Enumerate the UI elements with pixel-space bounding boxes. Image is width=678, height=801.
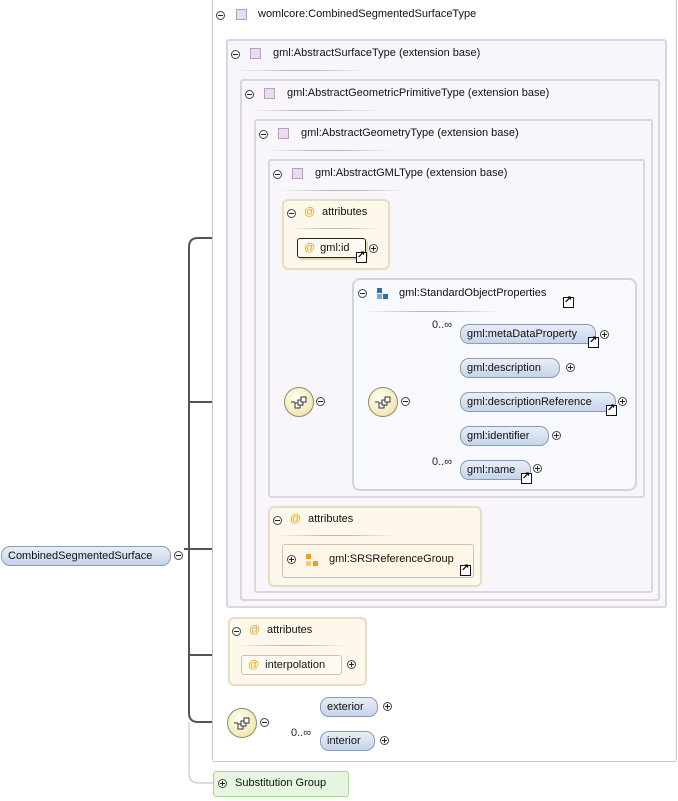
attribute-icon: @ — [290, 513, 302, 525]
reference-icon[interactable] — [563, 295, 574, 308]
expand-toggle[interactable] — [566, 363, 575, 372]
reference-icon[interactable] — [606, 403, 617, 416]
element-label: gml:name — [467, 464, 516, 476]
attributes-collapse-toggle[interactable] — [287, 209, 296, 218]
sequence-icon — [291, 396, 307, 409]
attribute-icon: @ — [304, 242, 316, 254]
element-interior[interactable]: interior — [320, 731, 375, 751]
expand-toggle[interactable] — [380, 736, 389, 745]
group-icon — [377, 288, 388, 299]
expand-toggle[interactable] — [600, 330, 609, 339]
attribute-icon: @ — [249, 624, 261, 636]
attribute-group-icon — [306, 554, 318, 566]
cardinality-label: 0..∞ — [291, 727, 312, 739]
outer-type-label: womlcore:CombinedSegmentedSurfaceType — [258, 8, 477, 20]
reference-icon[interactable] — [521, 471, 532, 484]
attributes-title: attributes — [322, 206, 368, 218]
attribute-group-label: gml:SRSReferenceGroup — [329, 553, 454, 565]
element-label: gml:metaDataProperty — [467, 328, 578, 340]
expand-toggle[interactable] — [552, 431, 561, 440]
attribute-icon: @ — [248, 659, 260, 671]
expand-toggle[interactable] — [618, 397, 627, 406]
sequence-compositor-icon[interactable] — [368, 387, 398, 417]
expand-toggle[interactable] — [347, 660, 356, 669]
element-identifier[interactable]: gml:identifier — [460, 426, 549, 446]
extension-label: gml:AbstractGeometryType (extension base… — [301, 127, 519, 139]
group-label: gml:StandardObjectProperties — [399, 287, 547, 299]
element-label: gml:identifier — [467, 430, 530, 442]
attributes-collapse-toggle[interactable] — [273, 516, 282, 525]
attributes-title: attributes — [308, 513, 354, 525]
complex-type-icon — [278, 128, 289, 139]
reference-icon[interactable] — [588, 335, 599, 348]
element-label: exterior — [327, 701, 364, 713]
divider — [236, 70, 366, 71]
divider — [264, 150, 394, 151]
extension-collapse-toggle[interactable] — [245, 90, 254, 99]
reference-icon[interactable] — [460, 563, 471, 576]
extension-label: gml:AbstractGeometricPrimitiveType (exte… — [287, 87, 550, 99]
extension-collapse-toggle[interactable] — [273, 170, 282, 179]
attributes-collapse-toggle[interactable] — [232, 627, 241, 636]
cardinality-label: 0..∞ — [432, 456, 453, 468]
substitution-group-expand-toggle[interactable] — [218, 779, 227, 788]
element-label: gml:descriptionReference — [467, 396, 592, 408]
complex-type-icon — [264, 88, 275, 99]
divider — [278, 190, 408, 191]
attribute-icon: @ — [304, 206, 316, 218]
compositor-collapse-toggle[interactable] — [401, 397, 410, 406]
attribute-label: gml:id — [320, 242, 350, 254]
expand-toggle[interactable] — [383, 702, 392, 711]
expand-toggle[interactable] — [287, 555, 296, 564]
sequence-icon — [234, 717, 250, 730]
divider — [276, 535, 396, 536]
outer-type-collapse-toggle[interactable] — [216, 11, 225, 20]
cardinality-label: 0..∞ — [432, 319, 453, 331]
extension-collapse-toggle[interactable] — [259, 130, 268, 139]
sequence-compositor-icon[interactable] — [227, 708, 257, 738]
complex-type-icon — [250, 48, 261, 59]
element-description[interactable]: gml:description — [460, 358, 560, 378]
sequence-compositor-icon[interactable] — [284, 387, 314, 417]
group-collapse-toggle[interactable] — [358, 289, 367, 298]
expand-toggle[interactable] — [533, 464, 542, 473]
attribute-interpolation[interactable]: @ interpolation — [241, 655, 342, 675]
divider — [236, 645, 346, 646]
compositor-collapse-toggle[interactable] — [260, 718, 269, 727]
element-label: gml:description — [467, 362, 541, 374]
root-collapse-toggle[interactable] — [174, 551, 183, 560]
extension-collapse-toggle[interactable] — [231, 50, 240, 59]
complex-type-icon — [236, 9, 247, 20]
element-label: interior — [327, 735, 361, 747]
element-meta-data-property[interactable]: gml:metaDataProperty — [460, 324, 596, 344]
attribute-label: interpolation — [265, 659, 326, 671]
reference-icon[interactable] — [356, 250, 367, 263]
compositor-collapse-toggle[interactable] — [316, 397, 325, 406]
expand-toggle[interactable] — [369, 244, 378, 253]
root-element-combined-segmented-surface[interactable]: CombinedSegmentedSurface — [1, 546, 171, 566]
extension-label: gml:AbstractGMLType (extension base) — [315, 167, 508, 179]
extension-label: gml:AbstractSurfaceType (extension base) — [273, 47, 481, 59]
sequence-icon — [375, 396, 391, 409]
root-element-label: CombinedSegmentedSurface — [8, 550, 153, 562]
complex-type-icon — [292, 168, 303, 179]
attributes-title: attributes — [267, 624, 313, 636]
element-exterior[interactable]: exterior — [320, 697, 378, 717]
element-description-reference[interactable]: gml:descriptionReference — [460, 392, 616, 412]
divider — [362, 311, 502, 312]
substitution-group-label: Substitution Group — [235, 777, 327, 789]
divider — [290, 228, 380, 229]
divider — [250, 110, 380, 111]
